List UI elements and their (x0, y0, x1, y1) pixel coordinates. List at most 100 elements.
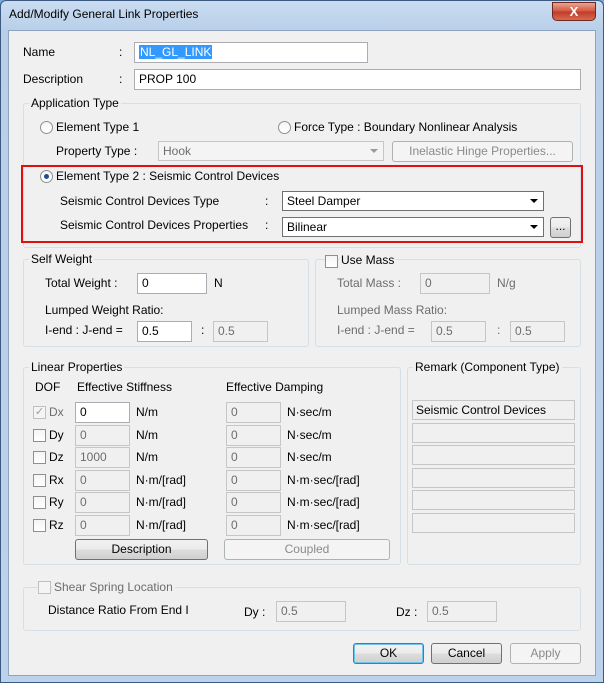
description-label: Description (23, 72, 84, 86)
dof-dx-label: Dx (49, 405, 64, 419)
rx-damping-unit: N·m·sec/[rad] (287, 473, 360, 487)
dof-dy-checkbox[interactable] (33, 429, 46, 442)
total-weight-label: Total Weight : (45, 276, 118, 290)
mass-iend-label: I-end : J-end = (337, 323, 415, 337)
rz-stiffness-unit: N·m/[rad] (136, 518, 187, 532)
cancel-button[interactable]: Cancel (431, 643, 502, 664)
dy-damping-input[interactable]: 0 (226, 425, 281, 446)
linear-properties-title: Linear Properties (29, 360, 125, 374)
ry-stiffness-unit: N·m/[rad] (136, 495, 187, 509)
description-input[interactable]: PROP 100 (134, 69, 581, 90)
chevron-down-icon (530, 225, 538, 229)
rz-damping-unit: N·m·sec/[rad] (287, 518, 360, 532)
title-bar: Add/Modify General Link Properties X (1, 1, 603, 29)
effective-stiffness-header: Effective Stiffness (77, 380, 172, 394)
weight-i-end-input[interactable]: 0.5 (137, 321, 192, 342)
dx-stiffness-input[interactable]: 0 (75, 402, 130, 423)
mass-i-end-input[interactable]: 0.5 (431, 321, 486, 342)
total-mass-unit: N/g (497, 276, 516, 290)
element-type-1-radio[interactable] (40, 121, 53, 134)
dof-dx-checkbox[interactable]: ✓ (33, 406, 46, 419)
property-type-value: Hook (163, 144, 192, 158)
ry-damping-input[interactable]: 0 (226, 492, 281, 513)
lumped-weight-label: Lumped Weight Ratio: (45, 303, 164, 317)
close-button[interactable]: X (552, 2, 596, 21)
dof-dz-label: Dz (49, 450, 64, 464)
ok-button[interactable]: OK (353, 643, 424, 664)
description-colon: : (119, 72, 123, 86)
force-type-radio[interactable] (278, 121, 291, 134)
ry-stiffness-input[interactable]: 0 (75, 492, 130, 513)
shear-dz-input[interactable]: 0.5 (427, 601, 497, 622)
force-type-label: Force Type : Boundary Nonlinear Analysis (294, 120, 518, 134)
weight-j-end-input[interactable]: 0.5 (213, 321, 268, 342)
property-type-label: Property Type : (56, 144, 138, 158)
remark-cell-6 (412, 513, 575, 533)
remark-cell-3 (412, 445, 575, 465)
scd-properties-ellipsis-button[interactable]: ... (550, 217, 571, 238)
scd-type-colon: : (265, 194, 269, 208)
distance-ratio-label: Distance Ratio From End I (48, 603, 189, 617)
shear-spring-checkbox[interactable] (38, 581, 51, 594)
name-input[interactable]: NL_GL_LINK (134, 42, 368, 63)
scd-type-value: Steel Damper (287, 194, 361, 208)
remark-cell-4 (412, 468, 575, 488)
scd-properties-dropdown[interactable]: Bilinear (282, 217, 544, 237)
self-weight-title: Self Weight (29, 252, 95, 266)
shear-spring-label: Shear Spring Location (52, 580, 175, 594)
name-value: NL_GL_LINK (139, 45, 213, 59)
remark-title: Remark (Component Type) (413, 360, 562, 374)
remark-cell-2 (412, 423, 575, 443)
property-type-dropdown[interactable]: Hook (158, 141, 384, 161)
element-type-2-radio[interactable] (40, 170, 53, 183)
dof-ry-checkbox[interactable] (33, 496, 46, 509)
lumped-mass-label: Lumped Mass Ratio: (337, 303, 448, 317)
description-button[interactable]: Description (75, 539, 208, 560)
dof-ry-label: Ry (49, 495, 64, 509)
weight-ratio-colon: : (201, 323, 205, 337)
dy-stiffness-input[interactable]: 0 (75, 425, 130, 446)
dof-rx-checkbox[interactable] (33, 474, 46, 487)
shear-dy-label: Dy : (244, 605, 266, 619)
rz-stiffness-input[interactable]: 0 (75, 515, 130, 536)
dof-rz-label: Rz (49, 518, 64, 532)
chevron-down-icon (370, 149, 378, 153)
dof-rz-checkbox[interactable] (33, 519, 46, 532)
name-label: Name (23, 45, 56, 59)
weight-iend-label: I-end : J-end = (45, 323, 123, 337)
rz-damping-input[interactable]: 0 (226, 515, 281, 536)
mass-j-end-input[interactable]: 0.5 (510, 321, 565, 342)
dx-damping-input[interactable]: 0 (226, 402, 281, 423)
effective-damping-header: Effective Damping (226, 380, 324, 394)
total-mass-input[interactable]: 0 (420, 273, 490, 294)
dof-header: DOF (35, 380, 61, 394)
total-weight-unit: N (214, 276, 223, 290)
dz-stiffness-unit: N/m (136, 450, 158, 464)
element-type-1-label: Element Type 1 (56, 120, 140, 134)
rx-damping-input[interactable]: 0 (226, 470, 281, 491)
element-type-2-label: Element Type 2 : Seismic Control Devices (56, 169, 280, 183)
mass-ratio-colon: : (497, 323, 501, 337)
scd-type-label: Seismic Control Devices Type (60, 194, 220, 208)
rx-stiffness-input[interactable]: 0 (75, 470, 130, 491)
scd-properties-label: Seismic Control Devices Properties (60, 218, 249, 232)
use-mass-checkbox[interactable] (325, 255, 338, 268)
inelastic-hinge-properties-button[interactable]: Inelastic Hinge Properties... (392, 141, 573, 162)
remark-group (407, 367, 581, 565)
scd-properties-colon: : (265, 218, 269, 232)
total-weight-input[interactable]: 0 (137, 273, 207, 294)
scd-type-dropdown[interactable]: Steel Damper (282, 191, 544, 211)
dof-dy-label: Dy (49, 428, 64, 442)
dof-dz-checkbox[interactable] (33, 451, 46, 464)
dz-stiffness-input[interactable]: 1000 (75, 447, 130, 468)
remark-cell-1: Seismic Control Devices (412, 400, 575, 420)
dx-damping-unit: N·sec/m (287, 405, 332, 419)
dz-damping-input[interactable]: 0 (226, 447, 281, 468)
remark-cell-5 (412, 490, 575, 510)
coupled-button[interactable]: Coupled (224, 539, 390, 560)
rx-stiffness-unit: N·m/[rad] (136, 473, 187, 487)
apply-button[interactable]: Apply (510, 643, 581, 664)
shear-dy-input[interactable]: 0.5 (276, 601, 346, 622)
dz-damping-unit: N·sec/m (287, 450, 332, 464)
use-mass-label: Use Mass (339, 253, 397, 267)
